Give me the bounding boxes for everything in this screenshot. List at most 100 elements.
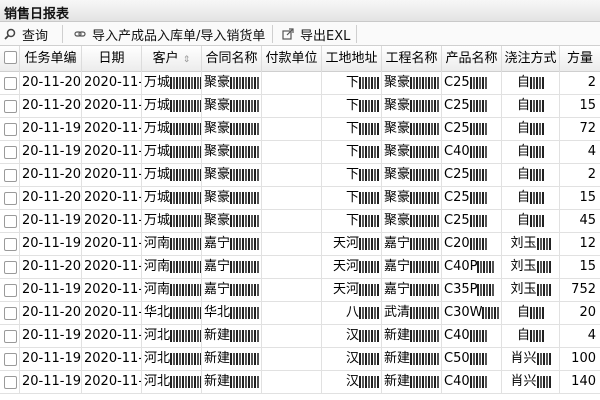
row-select-cell[interactable]	[0, 187, 20, 209]
cell-proj-text: 新建	[384, 374, 411, 389]
row-select-cell[interactable]	[0, 72, 20, 94]
table-row[interactable]: 20-11-19 2020-11- 万城 聚豪 下 聚豪 C25 自 45	[0, 210, 600, 233]
row-select-cell[interactable]	[0, 302, 20, 324]
row-select-cell[interactable]	[0, 141, 20, 163]
toolbar-divider	[62, 25, 63, 43]
row-select-cell[interactable]	[0, 325, 20, 347]
cell-cust-text: 河南	[144, 259, 171, 274]
select-all-cell[interactable]	[0, 46, 20, 72]
cell-task-text: 20-11-19	[22, 374, 82, 389]
row-checkbox[interactable]	[4, 238, 17, 251]
col-task-no[interactable]: 任务单编	[20, 46, 82, 72]
row-checkbox[interactable]	[4, 192, 17, 205]
redacted-text	[410, 306, 441, 319]
cell-payer	[262, 325, 322, 347]
col-project[interactable]: 工程名称	[382, 46, 442, 72]
row-checkbox[interactable]	[4, 215, 17, 228]
row-select-cell[interactable]	[0, 210, 20, 232]
cell-vol: 12	[560, 233, 600, 255]
cell-contract: 聚豪	[202, 210, 262, 232]
cell-task-text: 20-11-19	[22, 351, 82, 366]
query-label: 查询	[22, 28, 49, 44]
cell-pour-text: 自	[516, 167, 530, 182]
sort-icon[interactable]: ⇕	[183, 55, 191, 65]
row-checkbox[interactable]	[4, 100, 17, 113]
cell-addr-text: 汉	[345, 374, 359, 389]
cell-contract-text: 华北	[204, 305, 231, 320]
redacted-text	[410, 122, 441, 135]
cell-proj-text: 聚豪	[384, 121, 411, 136]
row-select-cell[interactable]	[0, 371, 20, 393]
cell-cust: 万城	[142, 141, 202, 163]
row-checkbox[interactable]	[4, 330, 17, 343]
row-checkbox[interactable]	[4, 169, 17, 182]
row-select-cell[interactable]	[0, 118, 20, 140]
table-row[interactable]: 20-11-19 2020-11- 河北 新建 汉 新建 C50 肖兴 100	[0, 348, 600, 371]
row-select-cell[interactable]	[0, 256, 20, 278]
row-checkbox[interactable]	[4, 77, 17, 90]
row-checkbox[interactable]	[4, 353, 17, 366]
cell-pour-text: 自	[516, 328, 530, 343]
col-volume[interactable]: 方量	[560, 46, 600, 72]
col-site-address[interactable]: 工地地址	[322, 46, 382, 72]
cell-vol-text: 12	[579, 236, 596, 251]
table-row[interactable]: 20-11-20 2020-11- 河南 嘉宁 天河 嘉宁 C40P 刘玉 15	[0, 256, 600, 279]
cell-cust-text: 万城	[144, 121, 171, 136]
cell-pour-text: 肖兴	[510, 374, 537, 389]
row-checkbox[interactable]	[4, 376, 17, 389]
table-row[interactable]: 20-11-20 2020-11- 万城 聚豪 下 聚豪 C25 自 2	[0, 164, 600, 187]
col-pour-method[interactable]: 浇注方式	[502, 46, 560, 72]
redacted-text	[230, 214, 261, 227]
row-checkbox[interactable]	[4, 123, 17, 136]
table-row[interactable]: 20-11-19 2020-11- 河北 新建 汉 新建 C40 自 4	[0, 325, 600, 348]
cell-pour: 肖兴	[502, 348, 560, 370]
col-contract[interactable]: 合同名称	[202, 46, 262, 72]
row-checkbox[interactable]	[4, 146, 17, 159]
cell-contract-text: 聚豪	[204, 75, 231, 90]
cell-cust-text: 万城	[144, 167, 171, 182]
cell-payer	[262, 187, 322, 209]
cell-vol-text: 15	[579, 259, 596, 274]
table-row[interactable]: 20-11-20 2020-11- 万城 聚豪 下 聚豪 C25 自 2	[0, 72, 600, 95]
redacted-text	[410, 99, 441, 112]
export-button[interactable]: 导出EXL	[282, 22, 350, 46]
table-row[interactable]: 20-11-19 2020-11- 万城 聚豪 下 聚豪 C40 自 4	[0, 141, 600, 164]
cell-vol-text: 20	[579, 305, 596, 320]
select-all-checkbox[interactable]	[4, 51, 17, 64]
col-date[interactable]: 日期	[82, 46, 142, 72]
cell-vol-text: 4	[587, 328, 596, 343]
row-select-cell[interactable]	[0, 95, 20, 117]
cell-proj: 聚豪	[382, 164, 442, 186]
cell-date-text: 2020-11-	[84, 282, 142, 297]
cell-vol: 4	[560, 141, 600, 163]
table-row[interactable]: 20-11-19 2020-11- 河北 新建 汉 新建 C40 肖兴 140	[0, 371, 600, 394]
redacted-text	[359, 168, 379, 181]
row-select-cell[interactable]	[0, 164, 20, 186]
row-select-cell[interactable]	[0, 279, 20, 301]
row-select-cell[interactable]	[0, 233, 20, 255]
row-checkbox[interactable]	[4, 284, 17, 297]
query-button[interactable]: 查询	[4, 22, 48, 46]
cell-proj-text: 聚豪	[384, 213, 411, 228]
table-row[interactable]: 20-11-19 2020-11- 河南 嘉宁 天河 嘉宁 C20 刘玉 12	[0, 233, 600, 256]
col-payer[interactable]: 付款单位	[262, 46, 322, 72]
col-customer[interactable]: 客户 ⇕	[142, 46, 202, 72]
row-checkbox[interactable]	[4, 261, 17, 274]
cell-prod: C50	[442, 348, 502, 370]
cell-addr-text: 下	[345, 190, 359, 205]
table-row[interactable]: 20-11-19 2020-11- 河南 嘉宁 天河 嘉宁 C35P 刘玉 752	[0, 279, 600, 302]
import-button[interactable]: 导入产成品入库单/导入销货单	[74, 22, 265, 46]
row-select-cell[interactable]	[0, 348, 20, 370]
table-row[interactable]: 20-11-20 2020-11- 万城 聚豪 下 聚豪 C25 自 15	[0, 187, 600, 210]
cell-date-text: 2020-11-	[84, 75, 142, 90]
table-row[interactable]: 20-11-20 2020-11- 万城 聚豪 下 聚豪 C25 自 15	[0, 95, 600, 118]
cell-payer	[262, 279, 322, 301]
cell-pour-text: 刘玉	[510, 282, 537, 297]
row-checkbox[interactable]	[4, 307, 17, 320]
cell-prod-text: C50	[444, 351, 470, 366]
cell-contract: 聚豪	[202, 95, 262, 117]
cell-task: 20-11-19	[20, 348, 82, 370]
col-product[interactable]: 产品名称	[442, 46, 502, 72]
table-row[interactable]: 20-11-19 2020-11- 万城 聚豪 下 聚豪 C25 自 72	[0, 118, 600, 141]
table-row[interactable]: 20-11-20 2020-11- 华北 华北八武清 C30W 自 20	[0, 302, 600, 325]
